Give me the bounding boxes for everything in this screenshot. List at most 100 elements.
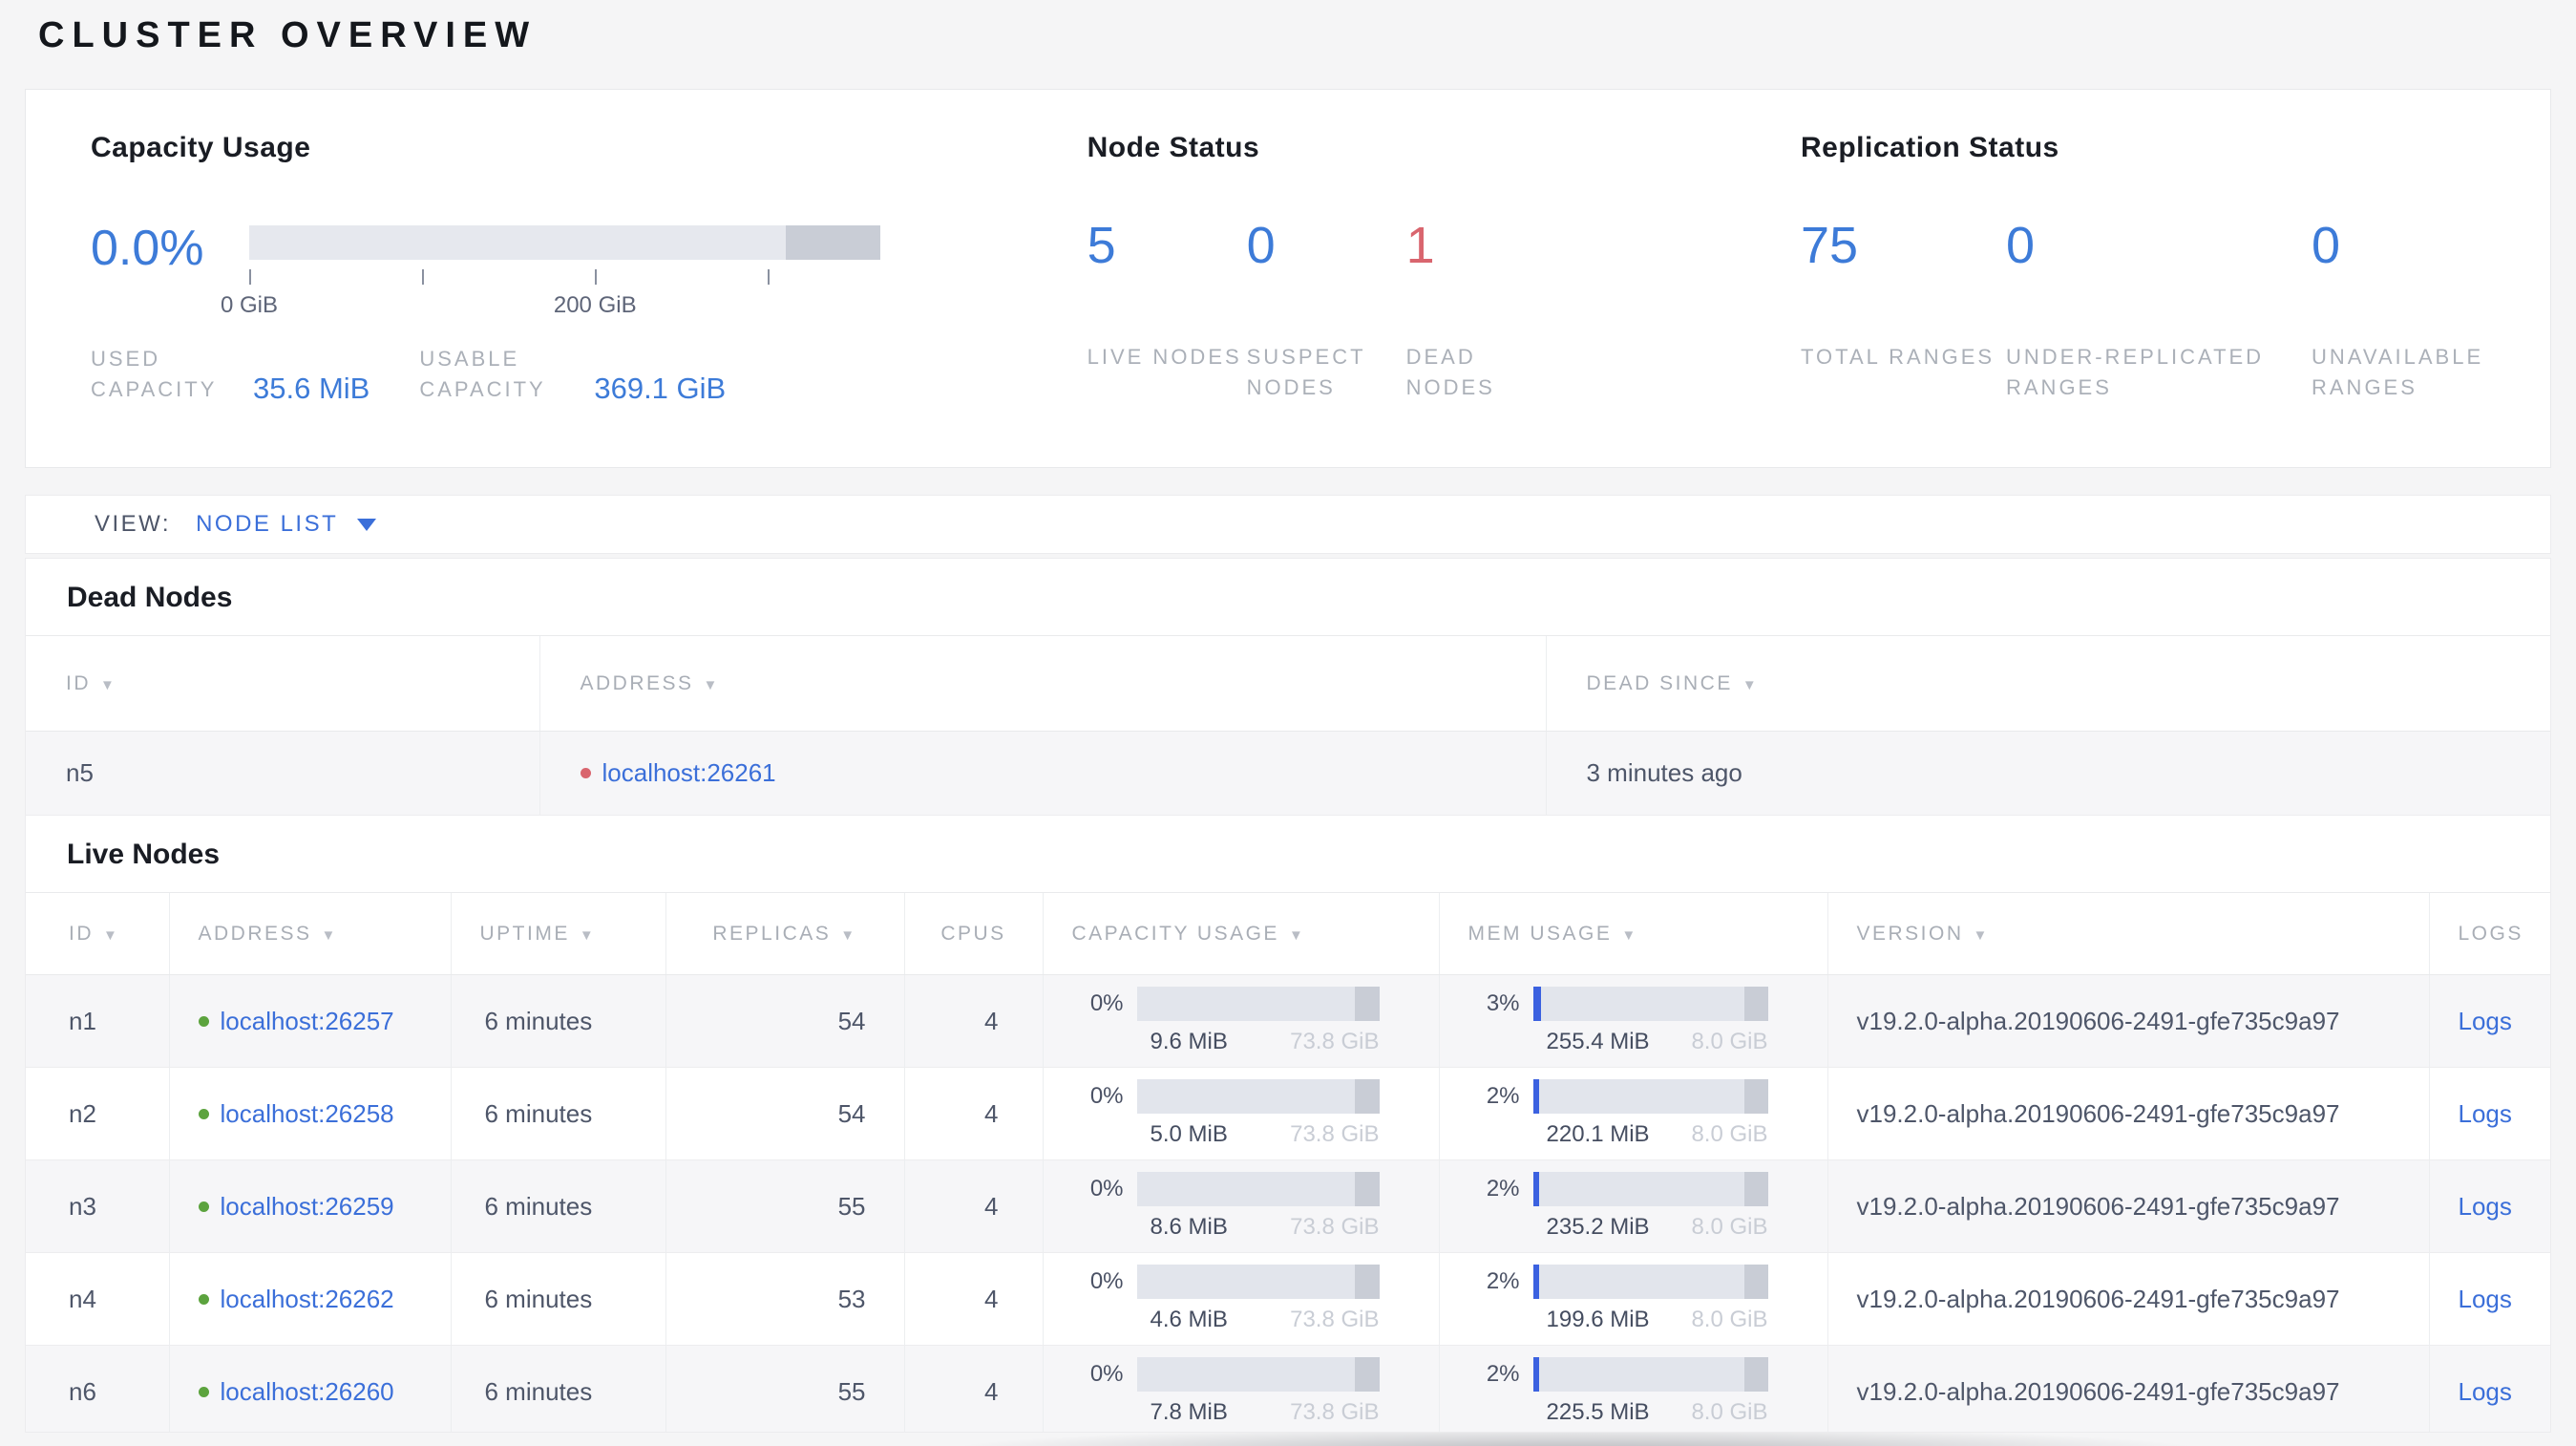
- mem-bar-fill: [1532, 1265, 1540, 1299]
- mem-usage-bar: [1532, 987, 1768, 1021]
- capacity-bar-reserved: [1355, 1079, 1380, 1114]
- live-node-address-link[interactable]: localhost:26262: [221, 1285, 394, 1313]
- live-node-address-link[interactable]: localhost:26257: [221, 1007, 394, 1035]
- live-node-logs-link[interactable]: Logs: [2459, 1099, 2512, 1128]
- live-node-mem-cell: 2% 225.5 MiB 8.0 GiB: [1438, 1345, 1827, 1432]
- capacity-bar-reserved: [1355, 987, 1380, 1021]
- live-node-mem-cell: 3% 255.4 MiB 8.0 GiB: [1438, 974, 1827, 1068]
- mem-usage-bar: [1532, 1172, 1768, 1206]
- capacity-usage-bar: [1136, 1172, 1380, 1206]
- live-col-header-capacity-usage[interactable]: CAPACITY USAGE ▼: [1042, 892, 1439, 975]
- replication-status-title: Replication Status: [1801, 132, 2059, 163]
- live-col-header-version[interactable]: VERSION ▼: [1826, 892, 2429, 975]
- capacity-percent-label: 0%: [1089, 1083, 1124, 1109]
- live-status-dot-icon: [198, 1108, 209, 1119]
- live-node-logs-link[interactable]: Logs: [2459, 1377, 2512, 1406]
- live-col-header-address[interactable]: ADDRESS ▼: [168, 892, 451, 975]
- live-node-mem-cell: 2% 220.1 MiB 8.0 GiB: [1438, 1067, 1827, 1160]
- live-node-id: n6: [26, 1345, 169, 1432]
- live-node-address-link[interactable]: localhost:26260: [221, 1377, 394, 1406]
- live-col-header-replicas[interactable]: REPLICAS ▼: [665, 892, 904, 975]
- live-node-address-link[interactable]: localhost:26259: [221, 1192, 394, 1221]
- live-status-dot-icon: [198, 1386, 209, 1397]
- live-node-logs-link[interactable]: Logs: [2459, 1285, 2512, 1313]
- live-nodes-table: ID▼ ADDRESS▼ UPTIME▼ REPLICAS▼ CPUS: [26, 892, 2550, 1432]
- capacity-usage-bar: [1136, 987, 1380, 1021]
- mem-bar-reserved: [1743, 1357, 1768, 1392]
- capacity-percent-label: 0%: [1089, 1176, 1124, 1201]
- dead-node-dead-since: 3 minutes ago: [1545, 731, 2550, 816]
- mem-total-value: 8.0 GiB: [1691, 1399, 1768, 1425]
- capacity-bar-reserved: [785, 225, 880, 260]
- live-node-version: v19.2.0-alpha.20190606-2491-gfe735c9a97: [1826, 974, 2429, 1068]
- sort-desc-icon: ▼: [321, 926, 338, 944]
- live-node-logs-link[interactable]: Logs: [2459, 1192, 2512, 1221]
- mem-percent-label: 2%: [1486, 1176, 1520, 1201]
- live-node-mem-cell: 2% 235.2 MiB 8.0 GiB: [1438, 1159, 1827, 1253]
- capacity-percent-label: 0%: [1089, 1361, 1124, 1387]
- mem-percent-label: 2%: [1486, 1083, 1520, 1109]
- mem-bar-fill: [1532, 1172, 1540, 1206]
- live-col-header-id[interactable]: ID ▼: [26, 892, 169, 975]
- node-status-section: Node Status 5 LIVE NODES 0 SUSPECT NODES…: [1087, 132, 1801, 467]
- live-node-mem-cell: 2% 199.6 MiB 8.0 GiB: [1438, 1252, 1827, 1346]
- dead-status-dot-icon: [580, 768, 591, 778]
- capacity-usage-title: Capacity Usage: [91, 132, 311, 163]
- live-node-uptime: 6 minutes: [450, 1252, 665, 1346]
- capacity-used-value: 4.6 MiB: [1150, 1307, 1228, 1332]
- live-node-logs-link[interactable]: Logs: [2459, 1007, 2512, 1035]
- dead-col-header-dead-since[interactable]: DEAD SINCE ▼: [1545, 635, 2550, 732]
- live-node-id: n2: [26, 1067, 169, 1160]
- mem-usage-bar: [1532, 1079, 1768, 1114]
- live-node-cpus: 4: [903, 1252, 1043, 1346]
- under-replicated-ranges-value: 0: [2006, 217, 2036, 274]
- view-dropdown[interactable]: NODE LIST: [196, 511, 338, 538]
- view-label: VIEW:: [95, 511, 172, 537]
- dead-node-address-link[interactable]: localhost:26261: [602, 758, 776, 787]
- unavailable-ranges-metric: 0 UNAVAILABLE RANGES: [2312, 220, 2550, 403]
- live-col-header-uptime[interactable]: UPTIME ▼: [450, 892, 665, 975]
- capacity-used-value: 7.8 MiB: [1150, 1399, 1228, 1425]
- live-node-capacity-cell: 0% 4.6 MiB 73.8 GiB: [1042, 1252, 1439, 1346]
- mem-bar-reserved: [1743, 1079, 1768, 1114]
- live-node-capacity-cell: 0% 8.6 MiB 73.8 GiB: [1042, 1159, 1439, 1253]
- mem-used-value: 225.5 MiB: [1546, 1399, 1650, 1425]
- caret-down-icon[interactable]: [357, 518, 377, 531]
- capacity-total-value: 73.8 GiB: [1290, 1214, 1380, 1240]
- cluster-overview-page: CLUSTER OVERVIEW Capacity Usage 0.0% 0 G…: [0, 15, 2576, 1446]
- mem-used-value: 255.4 MiB: [1546, 1029, 1650, 1054]
- mem-percent-label: 2%: [1486, 1361, 1520, 1387]
- live-col-header-cpus: CPUS: [903, 892, 1043, 975]
- live-col-header-logs: LOGS: [2428, 892, 2550, 975]
- sort-desc-icon: ▼: [1621, 926, 1638, 944]
- live-node-uptime: 6 minutes: [450, 1067, 665, 1160]
- dead-nodes-header-row: ID ▼ ADDRESS ▼ DEAD SINCE ▼: [26, 635, 2550, 732]
- live-node-logs-cell: Logs: [2428, 1067, 2550, 1160]
- sort-desc-icon: ▼: [100, 676, 117, 693]
- total-ranges-metric: 75 TOTAL RANGES: [1801, 220, 2006, 403]
- dead-col-header-id[interactable]: ID ▼: [26, 635, 539, 732]
- live-node-cpus: 4: [903, 1067, 1043, 1160]
- mem-percent-label: 3%: [1486, 990, 1520, 1016]
- live-node-logs-cell: Logs: [2428, 1252, 2550, 1346]
- live-node-row: n1 localhost:26257 6 minutes 54 4 0% 9.6…: [26, 974, 2550, 1068]
- mem-bar-fill: [1532, 1357, 1540, 1392]
- node-status-title: Node Status: [1087, 132, 1260, 163]
- live-node-address-cell: localhost:26257: [168, 974, 451, 1068]
- replication-status-section: Replication Status 75 TOTAL RANGES 0 UND…: [1801, 132, 2550, 467]
- live-node-row: n4 localhost:26262 6 minutes 53 4 0% 4.6…: [26, 1252, 2550, 1346]
- nodes-tables-card: Dead Nodes ID ▼ ADDRESS ▼ DEAD SINCE ▼ n…: [25, 558, 2551, 1433]
- sort-desc-icon: ▼: [579, 926, 597, 944]
- capacity-bar-reserved: [1355, 1172, 1380, 1206]
- dead-col-header-address[interactable]: ADDRESS ▼: [538, 635, 1546, 732]
- live-col-header-mem-usage[interactable]: MEM USAGE ▼: [1438, 892, 1827, 975]
- capacity-usage-section: Capacity Usage 0.0% 0 GiB 200 GiB USED C…: [91, 132, 1087, 467]
- mem-bar-reserved: [1743, 1265, 1768, 1299]
- mem-total-value: 8.0 GiB: [1691, 1029, 1768, 1054]
- live-node-address-link[interactable]: localhost:26258: [221, 1099, 394, 1128]
- mem-used-value: 235.2 MiB: [1546, 1214, 1650, 1240]
- capacity-usage-bar: [1136, 1357, 1380, 1392]
- under-replicated-ranges-label: UNDER-REPLICATED RANGES: [2006, 345, 2265, 399]
- live-node-id: n1: [26, 974, 169, 1068]
- mem-usage-bar: [1532, 1265, 1768, 1299]
